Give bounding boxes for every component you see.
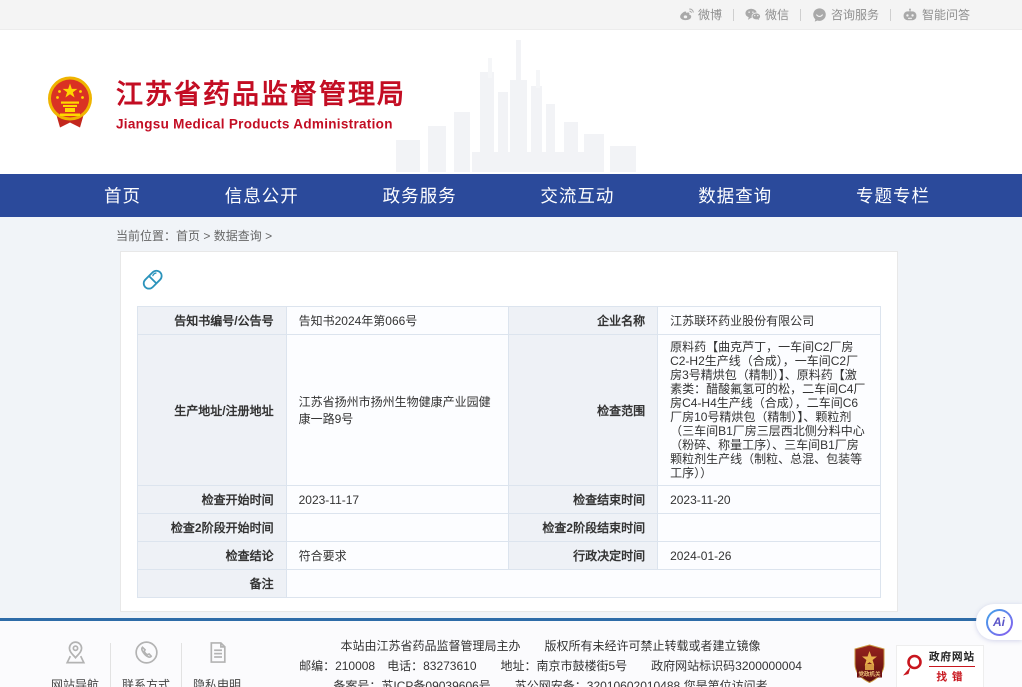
field-label: 检查开始时间 [138, 486, 287, 514]
field-label: 检查结论 [138, 542, 287, 570]
topbar-divider [800, 9, 801, 21]
breadcrumb: 当前位置：首页 > 数据查询 > [116, 227, 1022, 244]
robot-icon [902, 8, 918, 22]
nav-item-special-topics[interactable]: 专题专栏 [856, 183, 930, 208]
field-label: 检查范围 [509, 335, 658, 486]
field-value: 江苏省扬州市扬州生物健康产业园健康一路9号 [286, 335, 509, 486]
magnifier-icon [901, 653, 925, 679]
breadcrumb-prefix: 当前位置： [116, 229, 176, 243]
footer-copyright: 本站由江苏省药品监督管理局主办 版权所有未经许可禁止转载或者建立镜像邮编：210… [248, 636, 853, 687]
field-value [286, 514, 509, 542]
city-skyline-watermark [388, 34, 648, 172]
field-label: 检查结束时间 [509, 486, 658, 514]
field-label: 告知书编号/公告号 [138, 307, 287, 335]
footer-link-label: 网站导航 [44, 676, 106, 687]
topbar-link-smart-qa[interactable]: 智能问答 [902, 6, 970, 23]
topbar-link-label: 微信 [765, 6, 789, 23]
find-error-label-bottom: 找错 [929, 669, 975, 684]
field-value [658, 514, 881, 542]
location-pin-icon [62, 653, 89, 670]
topbar: 微博 微信 咨询服务 智能问答 [0, 0, 1022, 30]
field-label: 生产地址/注册地址 [138, 335, 287, 486]
breadcrumb-link[interactable]: 首页 [176, 229, 200, 243]
document-icon [204, 653, 231, 670]
footer-line: 邮编：210008 电话：83273610 地址：南京市鼓楼街5号 政府网站标识… [258, 656, 843, 676]
footer-link-label: 隐私申明 [186, 676, 248, 687]
field-label: 备注 [138, 570, 287, 598]
ai-icon: Ai [986, 609, 1013, 636]
topbar-link-label: 智能问答 [922, 6, 970, 23]
footer-line: 本站由江苏省药品监督管理局主办 版权所有未经许可禁止转载或者建立镜像 [258, 636, 843, 656]
site-subtitle: Jiangsu Medical Products Administration [116, 117, 406, 132]
topbar-divider [733, 9, 734, 21]
field-value [286, 570, 880, 598]
nav-item-interaction[interactable]: 交流互动 [540, 183, 614, 208]
topbar-link-consult-service[interactable]: 咨询服务 [812, 6, 879, 23]
footer-line: 备案号：苏ICP备09039606号 苏公网安备：32010602010488 … [258, 676, 843, 687]
gov-agency-shield-badge[interactable]: 党政机关 [853, 644, 886, 687]
chat-icon [812, 8, 827, 22]
site-header: 江苏省药品监督管理局 Jiangsu Medical Products Admi… [0, 30, 1022, 174]
main-nav: 首页 信息公开 政务服务 交流互动 数据查询 专题专栏 [0, 174, 1022, 217]
breadcrumb-separator: > [203, 229, 210, 243]
site-logo[interactable]: 江苏省药品监督管理局 Jiangsu Medical Products Admi… [46, 73, 406, 132]
pill-icon [139, 266, 166, 293]
footer-divider [181, 643, 182, 687]
field-value: 告知书2024年第066号 [286, 307, 509, 335]
national-emblem-icon [46, 75, 94, 129]
topbar-link-weibo[interactable]: 微博 [679, 6, 722, 23]
find-error-label-top: 政府网站 [929, 649, 975, 667]
breadcrumb-separator: > [265, 229, 272, 243]
field-value: 江苏联环药业股份有限公司 [658, 307, 881, 335]
footer-link-privacy[interactable]: 隐私申明 [186, 639, 248, 687]
footer: 网站导航联系方式隐私申明 本站由江苏省药品监督管理局主办 版权所有未经许可禁止转… [0, 618, 1022, 687]
svg-text:党政机关: 党政机关 [858, 670, 881, 678]
field-value: 2024-01-26 [658, 542, 881, 570]
topbar-link-wechat[interactable]: 微信 [745, 6, 789, 23]
field-label: 行政决定时间 [509, 542, 658, 570]
footer-link-label: 联系方式 [115, 676, 177, 687]
topbar-link-label: 咨询服务 [831, 6, 879, 23]
wechat-icon [745, 8, 761, 21]
footer-link-site-nav[interactable]: 网站导航 [44, 639, 106, 687]
field-value: 2023-11-20 [658, 486, 881, 514]
nav-item-gov-services[interactable]: 政务服务 [383, 183, 457, 208]
breadcrumb-link[interactable]: 数据查询 [214, 229, 262, 243]
field-label: 企业名称 [509, 307, 658, 335]
inspection-detail-table: 告知书编号/公告号告知书2024年第066号企业名称江苏联环药业股份有限公司生产… [137, 306, 881, 598]
content-area: 当前位置：首页 > 数据查询 > 告知书编号/公告号告知书2024年第066号企… [0, 217, 1022, 618]
nav-item-data-query[interactable]: 数据查询 [698, 183, 772, 208]
topbar-link-label: 微博 [698, 6, 722, 23]
content-panel: 告知书编号/公告号告知书2024年第066号企业名称江苏联环药业股份有限公司生产… [120, 251, 898, 612]
field-value: 2023-11-17 [286, 486, 509, 514]
gov-site-find-error-badge[interactable]: 政府网站 找错 [896, 645, 984, 687]
phone-icon [133, 653, 160, 670]
weibo-icon [679, 8, 694, 21]
topbar-divider [890, 9, 891, 21]
field-label: 检查2阶段结束时间 [509, 514, 658, 542]
nav-item-home[interactable]: 首页 [104, 183, 141, 208]
field-value: 原料药【曲克芦丁，一车间C2厂房C2-H2生产线（合成），一车间C2厂房3号精烘… [658, 335, 881, 486]
field-label: 检查2阶段开始时间 [138, 514, 287, 542]
footer-divider [110, 643, 111, 687]
site-title: 江苏省药品监督管理局 [116, 73, 406, 112]
nav-item-info-disclosure[interactable]: 信息公开 [225, 183, 299, 208]
footer-link-contact[interactable]: 联系方式 [115, 639, 177, 687]
ai-assistant-button[interactable]: Ai [976, 604, 1022, 640]
field-value: 符合要求 [286, 542, 509, 570]
